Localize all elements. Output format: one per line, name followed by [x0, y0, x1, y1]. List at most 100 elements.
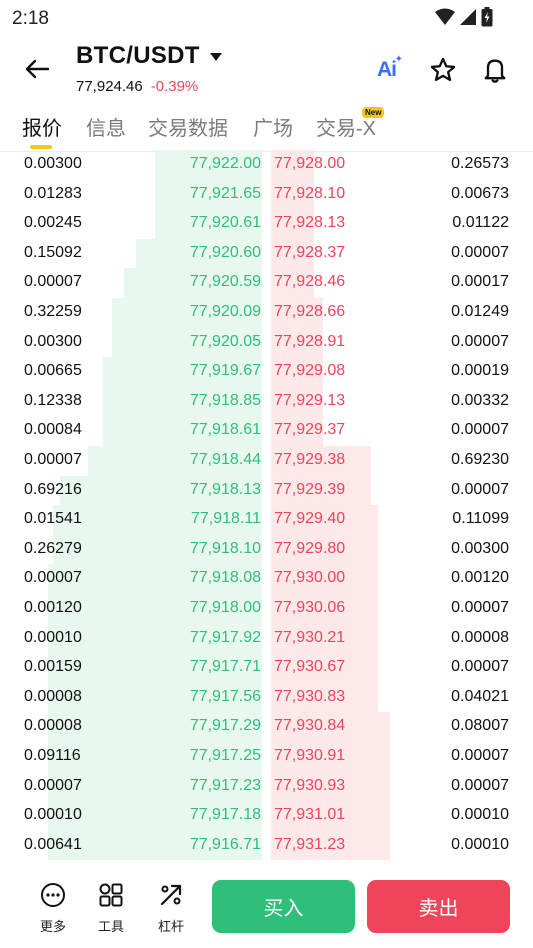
- orderbook-row[interactable]: 0.09116 77,917.25 77,930.91 0.00007: [0, 742, 533, 772]
- price-line: 77,924.46 -0.39%: [76, 78, 198, 95]
- orderbook-row[interactable]: 0.69216 77,918.13 77,929.39 0.00007: [0, 475, 533, 506]
- bid-price: 77,919.67: [189, 362, 261, 380]
- back-button[interactable]: [22, 56, 52, 86]
- bid-quantity: 0.00008: [24, 687, 82, 705]
- ask-price: 77,928.13: [274, 214, 346, 232]
- bid-quantity: 0.00641: [24, 835, 82, 853]
- ask-quantity: 0.00007: [451, 421, 509, 439]
- order-book: 0.00300 77,922.00 77,928.00 0.26573 0.01283 7…: [0, 150, 533, 860]
- pair-selector[interactable]: BTC/USDT: [76, 42, 222, 70]
- ask-price: 77,930.67: [274, 658, 346, 676]
- bid-quantity: 0.00007: [24, 776, 82, 794]
- bid-quantity: 0.00007: [24, 569, 82, 587]
- ask-price: 77,928.37: [274, 243, 346, 261]
- ask-quantity: 0.00120: [451, 569, 509, 587]
- bid-price: 77,918.61: [189, 421, 261, 439]
- bid-price: 77,920.61: [189, 214, 261, 232]
- bid-quantity: 0.32259: [24, 303, 82, 320]
- ask-quantity: 0.26573: [451, 155, 509, 172]
- active-tab-indicator: [30, 145, 52, 149]
- ask-quantity: 0.04021: [451, 687, 509, 705]
- orderbook-row[interactable]: 0.00084 77,918.61 77,929.37 0.00007: [0, 416, 533, 446]
- bid-price: 77,918.13: [189, 480, 261, 498]
- bid-price: 77,917.18: [189, 806, 261, 824]
- ask-price: 77,930.06: [274, 599, 346, 616]
- orderbook-row[interactable]: 0.00245 77,920.61 77,928.13 0.01122: [0, 209, 533, 239]
- ask-quantity: 0.00007: [451, 658, 509, 676]
- orderbook-row[interactable]: 0.01283 77,921.65 77,928.10 0.00673: [0, 179, 533, 210]
- bid-price: 77,917.25: [189, 747, 261, 764]
- orderbook-row[interactable]: 0.00007 77,918.08 77,930.00 0.00120: [0, 564, 533, 594]
- last-price: 77,924.46: [76, 78, 143, 95]
- ask-price: 77,929.08: [274, 362, 346, 380]
- ask-price: 77,929.40: [274, 510, 346, 528]
- favorite-button[interactable]: [429, 56, 457, 89]
- bid-quantity: 0.00084: [24, 421, 82, 439]
- ask-quantity: 0.00008: [451, 628, 509, 646]
- orderbook-row[interactable]: 0.00665 77,919.67 77,929.08 0.00019: [0, 357, 533, 387]
- orderbook-row[interactable]: 0.00010 77,917.92 77,930.21 0.00008: [0, 623, 533, 654]
- orderbook-row[interactable]: 0.12338 77,918.85 77,929.13 0.00332: [0, 386, 533, 417]
- ask-quantity: 0.00007: [451, 599, 509, 616]
- orderbook-row[interactable]: 0.26279 77,918.10 77,929.80 0.00300: [0, 534, 533, 565]
- orderbook-row[interactable]: 0.00010 77,917.18 77,931.01 0.00010: [0, 801, 533, 831]
- tab-trade-data[interactable]: 交易数据: [148, 112, 228, 141]
- bid-quantity: 0.00159: [24, 658, 82, 676]
- orderbook-row[interactable]: 0.15092 77,920.60 77,928.37 0.00007: [0, 238, 533, 269]
- orderbook-row[interactable]: 0.01541 77,918.11 77,929.40 0.11099: [0, 505, 533, 535]
- ask-price: 77,928.46: [274, 273, 346, 291]
- status-time: 2:18: [12, 8, 49, 29]
- ai-label: Ai: [377, 58, 397, 81]
- ask-quantity: 0.00673: [451, 184, 509, 202]
- orderbook-row[interactable]: 0.00007 77,918.44 77,929.38 0.69230: [0, 446, 533, 476]
- bid-quantity: 0.00007: [24, 451, 82, 468]
- ask-price: 77,931.23: [274, 835, 346, 853]
- orderbook-row[interactable]: 0.00007 77,920.59 77,928.46 0.00017: [0, 268, 533, 298]
- tab-info[interactable]: 信息: [86, 112, 126, 141]
- bid-price: 77,917.23: [189, 776, 261, 794]
- ask-price: 77,930.84: [274, 717, 346, 735]
- bid-price: 77,918.08: [189, 569, 261, 587]
- ask-quantity: 0.11099: [452, 510, 509, 528]
- ask-price: 77,928.10: [274, 184, 346, 202]
- tools-button[interactable]: 工具: [91, 882, 131, 935]
- bid-quantity: 0.12338: [24, 391, 82, 409]
- bid-price: 77,920.09: [189, 303, 261, 320]
- ask-quantity: 0.00332: [451, 391, 509, 409]
- tab-quotes[interactable]: 报价: [22, 112, 62, 141]
- ask-quantity: 0.00010: [451, 835, 509, 853]
- more-button[interactable]: 更多: [33, 882, 73, 935]
- bid-price: 77,917.71: [189, 658, 261, 676]
- orderbook-row[interactable]: 0.00007 77,917.23 77,930.93 0.00007: [0, 771, 533, 802]
- orderbook-row[interactable]: 0.00300 77,922.00 77,928.00 0.26573: [0, 150, 533, 180]
- bid-price: 77,918.00: [189, 599, 261, 616]
- buy-button[interactable]: 买入: [212, 880, 355, 933]
- orderbook-row[interactable]: 0.32259 77,920.09 77,928.66 0.01249: [0, 298, 533, 328]
- ask-quantity: 0.00007: [451, 480, 509, 498]
- tab-square[interactable]: 广场: [253, 112, 293, 141]
- orderbook-row[interactable]: 0.00120 77,918.00 77,930.06 0.00007: [0, 594, 533, 624]
- bid-quantity: 0.00010: [24, 806, 82, 824]
- orderbook-row[interactable]: 0.00008 77,917.29 77,930.84 0.08007: [0, 712, 533, 742]
- ask-price: 77,930.21: [274, 628, 346, 646]
- orderbook-row[interactable]: 0.00008 77,917.56 77,930.83 0.04021: [0, 682, 533, 713]
- ask-quantity: 0.00007: [451, 332, 509, 350]
- ai-assistant-button[interactable]: Ai ✦: [377, 54, 403, 82]
- sell-button[interactable]: 卖出: [367, 880, 510, 933]
- orderbook-row[interactable]: 0.00159 77,917.71 77,930.67 0.00007: [0, 653, 533, 683]
- bid-price: 77,921.65: [189, 184, 261, 202]
- ask-quantity: 0.00010: [451, 806, 509, 824]
- ask-quantity: 0.08007: [451, 717, 509, 735]
- star-icon: [429, 57, 457, 88]
- orderbook-row[interactable]: 0.00300 77,920.05 77,928.91 0.00007: [0, 327, 533, 358]
- orderbook-row[interactable]: 0.00641 77,916.71 77,931.23 0.00010: [0, 830, 533, 860]
- bid-price: 77,917.92: [189, 628, 261, 646]
- leverage-button[interactable]: 杠杆: [151, 882, 191, 935]
- ask-quantity: 0.00007: [451, 243, 509, 261]
- caret-down-icon: [209, 53, 222, 61]
- alert-button[interactable]: [481, 56, 509, 89]
- ask-price: 77,929.38: [274, 451, 346, 468]
- bid-quantity: 0.00245: [24, 214, 82, 232]
- battery-icon: [481, 7, 493, 32]
- ask-quantity: 0.00007: [451, 776, 509, 794]
